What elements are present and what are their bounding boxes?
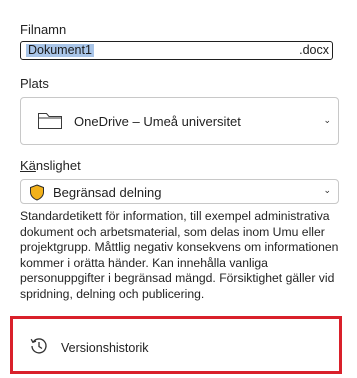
location-value: OneDrive – Umeå universitet — [74, 114, 241, 129]
location-label: Plats — [20, 76, 49, 91]
filename-input[interactable]: Dokument1 .docx — [20, 41, 333, 60]
sensitivity-description: Standardetikett för information, till ex… — [20, 209, 339, 301]
sensitivity-label: Känslighet — [20, 158, 81, 173]
filename-extension: .docx — [299, 43, 329, 57]
chevron-down-icon: ⌄ — [323, 185, 331, 195]
sensitivity-value: Begränsad delning — [53, 185, 162, 200]
shield-icon — [29, 184, 45, 206]
folder-icon — [37, 109, 63, 136]
version-history-label: Versionshistorik — [61, 341, 149, 355]
chevron-down-icon: ⌄ — [323, 115, 331, 125]
sensitivity-dropdown[interactable]: Begränsad delning ⌄ — [20, 179, 339, 204]
location-dropdown[interactable]: OneDrive – Umeå universitet ⌄ — [20, 97, 339, 145]
history-icon — [29, 336, 49, 361]
filename-label: Filnamn — [20, 22, 67, 37]
filename-value: Dokument1 — [26, 43, 94, 57]
version-history-button[interactable]: Versionshistorik — [10, 316, 342, 374]
